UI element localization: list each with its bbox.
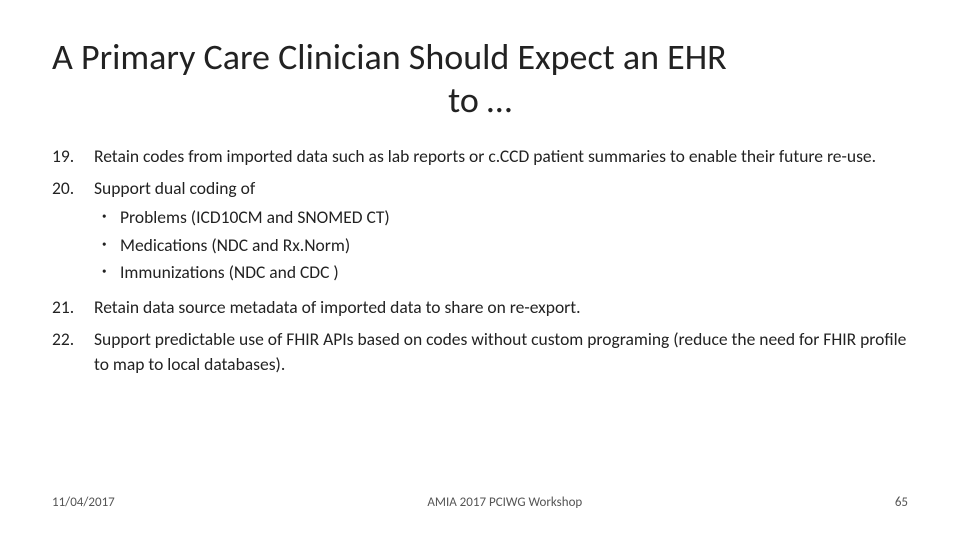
sub-list-item: • Immunizations (NDC and CDC ) (102, 260, 908, 285)
bullet-icon: • (102, 265, 120, 278)
list-item: 20. Support dual coding of • Problems (I… (52, 176, 908, 290)
footer-date: 11/04/2017 (52, 495, 115, 510)
item-number: 21. (52, 295, 94, 320)
item-number: 22. (52, 327, 94, 352)
list-item: 22. Support predictable use of FHIR APIs… (52, 327, 908, 378)
footer-workshop: AMIA 2017 PCIWG Workshop (427, 495, 582, 510)
item-number: 19. (52, 144, 94, 169)
sub-list-item: • Problems (ICD10CM and SNOMED CT) (102, 205, 908, 230)
item-number: 20. (52, 176, 94, 201)
list-item: 21. Retain data source metadata of impor… (52, 295, 908, 320)
sub-list-item: • Medications (NDC and Rx.Norm) (102, 233, 908, 258)
item-text: Support predictable use of FHIR APIs bas… (94, 327, 908, 378)
item-text: Retain codes from imported data such as … (94, 144, 908, 169)
bullet-icon: • (102, 238, 120, 251)
item-text: Support dual coding of • Problems (ICD10… (94, 176, 908, 290)
slide-title: A Primary Care Clinician Should Expect a… (52, 36, 908, 122)
title-line1: A Primary Care Clinician Should Expect a… (52, 35, 727, 79)
list-item: 19. Retain codes from imported data such… (52, 144, 908, 169)
slide: A Primary Care Clinician Should Expect a… (0, 0, 960, 540)
bullet-icon: • (102, 210, 120, 223)
title-line2: to … (52, 79, 908, 122)
sub-list: • Problems (ICD10CM and SNOMED CT) • Med… (102, 205, 908, 285)
item-text: Retain data source metadata of imported … (94, 295, 908, 320)
footer-page: 65 (895, 495, 908, 510)
slide-content: 19. Retain codes from imported data such… (52, 144, 908, 489)
slide-footer: 11/04/2017 AMIA 2017 PCIWG Workshop 65 (52, 489, 908, 510)
